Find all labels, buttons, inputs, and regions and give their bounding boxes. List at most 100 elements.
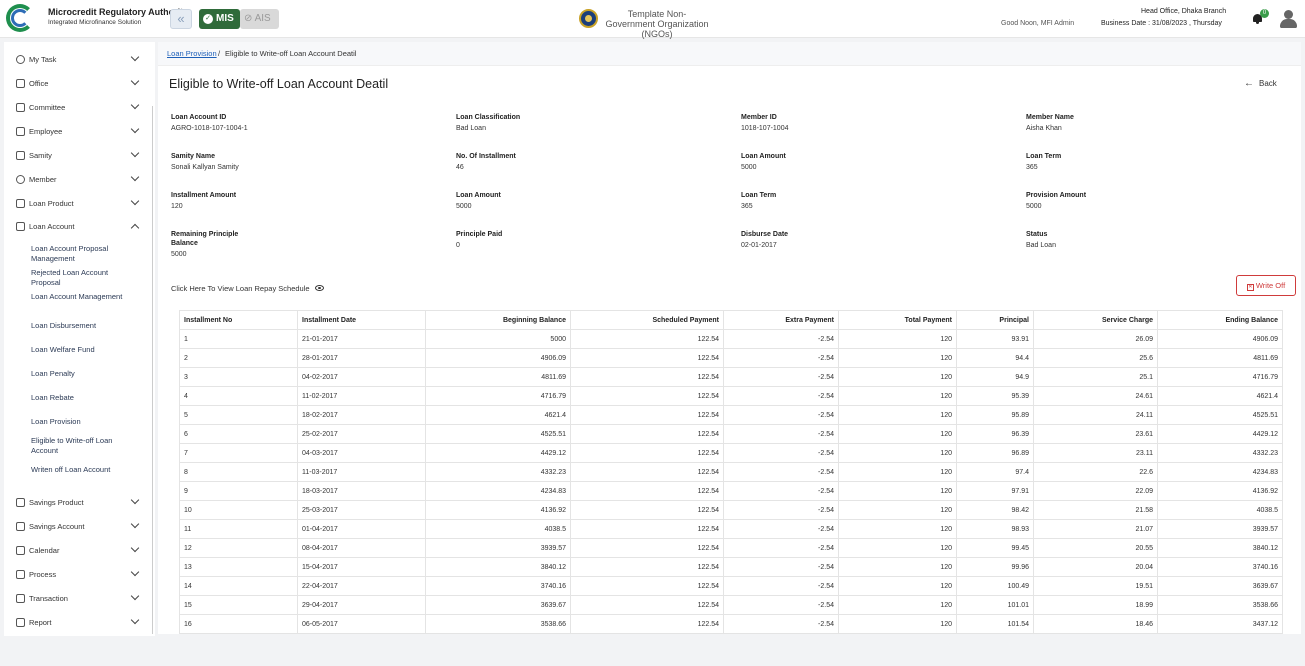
table-row: 4 11-02-2017 4716.79 122.54 -2.54 120 95.39 24.… [179,386,1283,406]
table-cell: 122.54 [570,348,724,368]
chevron-down-icon [130,148,140,158]
breadcrumb-separator: / [218,49,221,58]
table-cell: -2.54 [723,405,839,425]
sidebar-scrollbar[interactable] [152,106,155,634]
sidebar-item-loan-account[interactable]: Loan Account [4,219,150,235]
sidebar-sub-loan-disbursement[interactable]: Loan Disbursement [31,321,126,331]
table-cell: 6 [179,424,298,444]
table-cell: 99.45 [956,538,1034,558]
table-cell: 3437.12 [425,633,571,634]
sidebar-item-savings-account[interactable]: Savings Account [4,519,150,535]
table-cell: -2.54 [723,595,839,615]
write-off-button[interactable]: ✕ Write Off [1236,275,1296,296]
sidebar-item-process[interactable]: Process [4,567,150,583]
sidebar-item-office[interactable]: Office [4,76,150,92]
page-scrollbar[interactable] [1301,42,1305,634]
detail-field: Disburse Date 02-01-2017 [741,231,789,249]
table-cell: -2.54 [723,519,839,539]
table-cell: 3740.16 [1157,557,1283,577]
sidebar-item-transaction[interactable]: Transaction [4,591,150,607]
sidebar-sub-loan-penalty[interactable]: Loan Penalty [31,369,126,379]
detail-field: Loan Term 365 [1026,153,1062,171]
table-cell: 120 [838,386,957,406]
sidebar-sub-loan-account-management[interactable]: Loan Account Management [31,292,126,302]
table-cell: -2.54 [723,329,839,349]
table-cell: 120 [838,519,957,539]
table-cell: 94.9 [956,367,1034,387]
table-cell: 3538.66 [425,614,571,634]
loan-account-icon [16,222,25,231]
sidebar-sub-loan-provision[interactable]: Loan Provision [31,417,126,427]
table-cell: 93.91 [956,329,1034,349]
table-cell: 2 [179,348,298,368]
table-cell: 4429.12 [1157,424,1283,444]
breadcrumb-link-loan-provision[interactable]: Loan Provision [167,49,217,58]
table-cell: 13-05-2017 [297,633,426,634]
table-cell: 122.54 [570,462,724,482]
detail-field: Loan Term 365 [741,192,777,210]
table-row: 3 04-02-2017 4811.69 122.54 -2.54 120 94.9 25.1… [179,367,1283,387]
table-cell: 3840.12 [1157,538,1283,558]
chevron-down-icon [130,591,140,601]
table-cell: 18.46 [1033,614,1158,634]
back-button[interactable]: ← Back [1244,78,1277,89]
sidebar-sub-rejected-proposal[interactable]: Rejected Loan Account Proposal [31,268,126,288]
table-cell: 120 [838,367,957,387]
table-cell: 94.4 [956,348,1034,368]
table-cell: 20.04 [1033,557,1158,577]
table-cell: 95.89 [956,405,1034,425]
ais-button[interactable]: ⊘ AIS [240,9,279,29]
table-cell: 122.54 [570,424,724,444]
table-header-row: Installment No Installment Date Beginnin… [179,310,1283,330]
table-cell: 24.11 [1033,405,1158,425]
table-cell: 21.07 [1033,519,1158,539]
table-cell: 25-02-2017 [297,424,426,444]
sidebar-item-committee[interactable]: Committee [4,100,150,116]
detail-field: Loan Account ID AGRO-1018-107-1004-1 [171,114,248,132]
table-row: 6 25-02-2017 4525.51 122.54 -2.54 120 96.39 23.… [179,424,1283,444]
collapse-sidebar-button[interactable]: « [170,9,192,29]
view-repay-schedule-link[interactable]: Click Here To View Loan Repay Schedule [171,284,324,293]
table-cell: 122.54 [570,633,724,634]
chevron-down-icon [130,495,140,505]
table-cell: 22.6 [1033,462,1158,482]
sidebar-item-loan-product[interactable]: Loan Product [4,196,150,212]
check-icon: ✓ [203,14,213,24]
mis-button[interactable]: ✓ MIS [199,9,240,29]
sidebar-sub-loan-account-proposal[interactable]: Loan Account Proposal Management [31,244,126,264]
table-cell: 4038.5 [1157,500,1283,520]
sidebar-sub-loan-welfare-fund[interactable]: Loan Welfare Fund [31,345,126,355]
table-cell: 4525.51 [1157,405,1283,425]
double-chevron-left-icon: « [177,11,185,26]
table-cell: 122.54 [570,386,724,406]
chevron-down-icon [130,124,140,134]
detail-field: No. Of Installment 46 [456,153,516,171]
table-cell: 4332.23 [1157,443,1283,463]
sidebar-item-report[interactable]: Report [4,615,150,631]
sidebar-item-employee[interactable]: Employee [4,124,150,140]
table-cell: 18-03-2017 [297,481,426,501]
table-body: 1 21-01-2017 5000 122.54 -2.54 120 93.91 26.09 4… [179,329,1283,634]
table-cell: 25.1 [1033,367,1158,387]
user-avatar[interactable] [1280,10,1297,28]
table-cell: 10 [179,500,298,520]
sidebar-item-calendar[interactable]: Calendar [4,543,150,559]
table-cell: 11-03-2017 [297,462,426,482]
sidebar-item-my-task[interactable]: My Task [4,52,150,68]
column-header: Scheduled Payment [570,310,724,330]
sidebar-item-savings-product[interactable]: Savings Product [4,495,150,511]
sidebar-sub-loan-rebate[interactable]: Loan Rebate [31,393,126,403]
chevron-down-icon [130,615,140,625]
table-cell: 4621.4 [425,405,571,425]
org-emblem-icon [579,9,598,28]
table-cell: 12 [179,538,298,558]
ban-icon: ⊘ [244,13,255,24]
calendar-icon [16,546,25,555]
sidebar-item-member[interactable]: Member [4,172,150,188]
table-cell: 4906.09 [425,348,571,368]
breadcrumb: Loan Provision / Eligible to Write-off L… [158,42,1301,66]
sidebar-sub-written-off[interactable]: Writen off Loan Account [31,465,126,475]
sidebar-item-samity[interactable]: Samity [4,148,150,164]
table-row: 5 18-02-2017 4621.4 122.54 -2.54 120 95.89 24.1… [179,405,1283,425]
sidebar-sub-eligible-write-off[interactable]: Eligible to Write-off Loan Account [31,436,126,456]
